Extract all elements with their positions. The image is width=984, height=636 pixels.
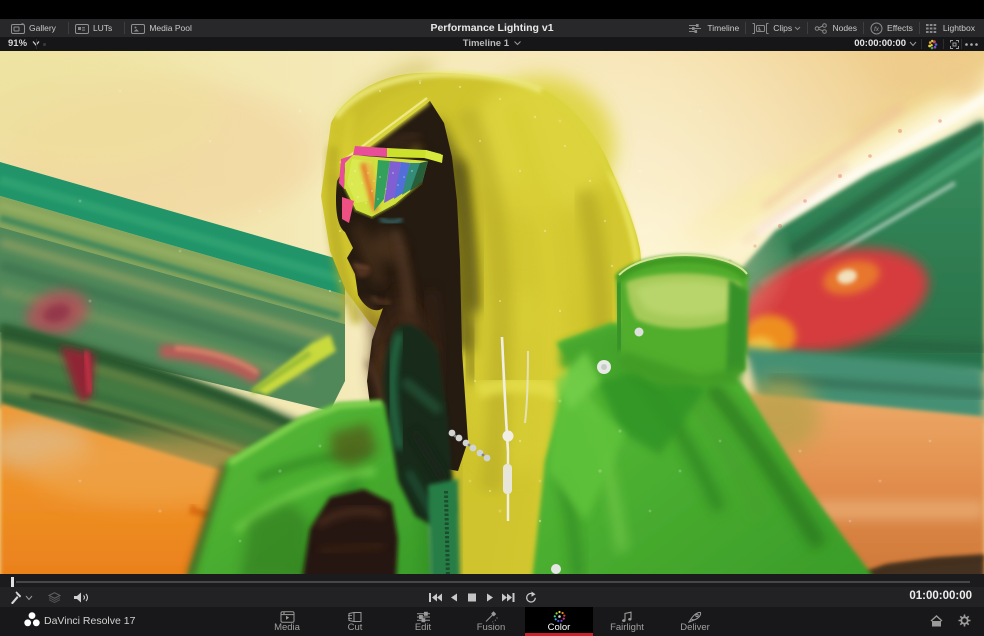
svg-text:fx: fx bbox=[874, 26, 880, 33]
